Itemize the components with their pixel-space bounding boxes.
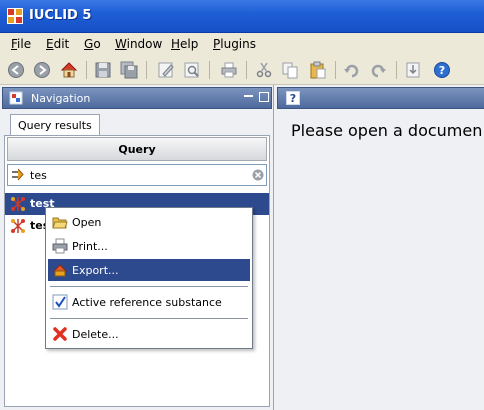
open-document-message: Please open a documen — [291, 121, 483, 140]
navigation-header: Navigation — [2, 87, 272, 109]
toolbar: ? — [0, 55, 484, 85]
menu-window-mnemonic: W — [115, 37, 127, 51]
menu-item-label: Export... — [72, 264, 119, 277]
save-all-icon[interactable] — [120, 61, 138, 79]
toolbar-separator — [246, 61, 247, 79]
menu-item-label: Open — [72, 216, 102, 229]
menu-window-rest: indow — [126, 37, 163, 51]
menu-go-rest: o — [93, 37, 101, 51]
search-filter-icon — [12, 168, 24, 181]
menu-help-mnemonic: H — [171, 37, 181, 51]
window-titlebar[interactable]: IUCLID 5 — [0, 0, 484, 33]
delete-icon — [53, 327, 67, 341]
toolbar-separator — [209, 61, 210, 79]
substance-icon — [11, 197, 25, 211]
minimize-icon[interactable] — [243, 91, 254, 103]
menu-help[interactable]: Help — [171, 37, 198, 51]
preview-icon[interactable] — [183, 61, 201, 79]
redo-icon[interactable] — [369, 61, 387, 79]
menu-go-mnemonic: G — [84, 37, 94, 51]
undo-icon[interactable] — [343, 61, 361, 79]
tab-query-results[interactable]: Query results — [10, 114, 100, 136]
window-title: IUCLID 5 — [29, 8, 92, 23]
toolbar-separator — [146, 61, 147, 79]
printer-icon — [52, 238, 68, 254]
cut-icon[interactable] — [255, 61, 273, 79]
maximize-icon[interactable] — [259, 92, 269, 102]
substance-icon — [11, 219, 25, 233]
import-icon[interactable] — [404, 61, 422, 79]
folder-open-icon — [52, 217, 68, 229]
menu-separator — [50, 318, 248, 319]
context-menu: Open Print... Export... Active reference… — [45, 207, 253, 349]
menu-item-delete[interactable]: Delete... — [48, 323, 250, 345]
home-icon[interactable] — [60, 61, 78, 79]
menu-bar: File Edit Go Window Help Plugins — [0, 33, 484, 55]
menu-item-label: Print... — [72, 240, 108, 253]
menu-file[interactable]: File — [11, 37, 31, 51]
document-header: ? — [277, 87, 484, 109]
clear-search-icon[interactable] — [252, 169, 264, 181]
paste-icon[interactable] — [309, 61, 327, 79]
save-icon[interactable] — [94, 61, 112, 79]
copy-icon[interactable] — [281, 61, 299, 79]
menu-edit-mnemonic: E — [46, 37, 54, 51]
checkmark-icon — [52, 294, 68, 310]
help-icon[interactable]: ? — [433, 61, 451, 79]
edit-icon[interactable] — [157, 61, 175, 79]
menu-plugins-rest: lugins — [220, 37, 256, 51]
menu-edit-rest: dit — [53, 37, 70, 51]
iuclid-app-icon — [7, 8, 23, 24]
query-header-button[interactable]: Query — [7, 137, 267, 161]
toolbar-separator — [86, 61, 87, 79]
toolbar-separator — [396, 61, 397, 79]
search-field[interactable] — [7, 164, 267, 186]
back-icon[interactable] — [7, 61, 25, 79]
export-icon — [52, 264, 68, 277]
print-icon[interactable] — [220, 61, 238, 79]
menu-edit[interactable]: Edit — [46, 37, 69, 51]
document-help-icon[interactable]: ? — [286, 91, 300, 105]
navigation-icon — [9, 91, 23, 105]
menu-item-export[interactable]: Export... — [48, 259, 250, 281]
document-area: ? Please open a documen — [275, 85, 484, 410]
menu-item-print[interactable]: Print... — [48, 235, 250, 257]
query-header-label: Query — [118, 143, 156, 156]
svg-text:?: ? — [439, 64, 445, 77]
menu-item-label: Active reference substance — [72, 296, 222, 309]
menu-file-rest: ile — [17, 37, 32, 51]
menu-separator — [50, 286, 248, 287]
menu-plugins[interactable]: Plugins — [213, 37, 256, 51]
menu-go[interactable]: Go — [84, 37, 101, 51]
menu-window[interactable]: Window — [115, 37, 162, 51]
navigation-title: Navigation — [31, 92, 91, 105]
forward-icon[interactable] — [33, 61, 51, 79]
menu-item-open[interactable]: Open — [48, 211, 250, 233]
tab-query-results-label: Query results — [18, 119, 92, 132]
menu-item-label: Delete... — [72, 328, 119, 341]
menu-help-rest: elp — [180, 37, 199, 51]
menu-item-active-reference-substance[interactable]: Active reference substance — [48, 291, 250, 313]
toolbar-separator — [335, 61, 336, 79]
search-input[interactable] — [30, 167, 230, 183]
